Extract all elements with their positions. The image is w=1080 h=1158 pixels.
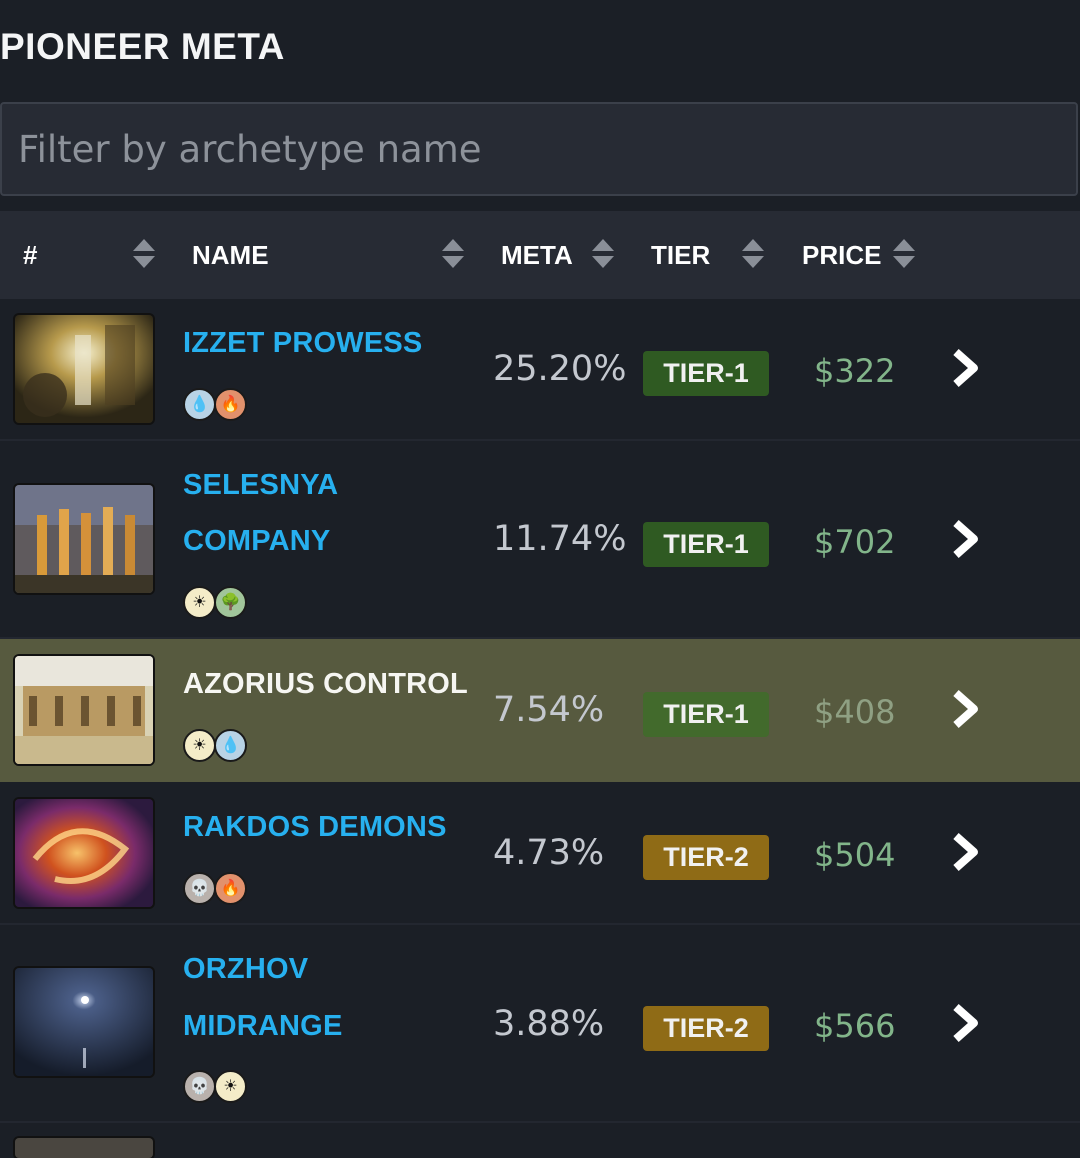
sort-name-icon[interactable] [442,239,464,271]
sort-meta-icon[interactable] [592,239,614,271]
sun-icon: ☀ [183,729,216,762]
mana-colors: 💀 🔥 [183,872,247,905]
tier-badge: TIER-1 [643,351,769,396]
sun-icon: ☀ [183,586,216,619]
sort-rank-icon[interactable] [133,239,155,271]
skull-icon: 💀 [183,872,216,905]
deck-price: $566 [814,1007,896,1045]
table-row[interactable]: IZZET PROWESS 💧 🔥 25.20% TIER-1 $322 [0,299,1080,441]
table-row[interactable]: ORZHOV MIDRANGE 💀 ☀ 3.88% TIER-2 $566 [0,925,1080,1123]
mana-colors: ☀ 💧 [183,729,247,762]
chevron-right-icon[interactable] [948,1003,984,1043]
deck-art-image [15,485,153,593]
deck-name-link-line2[interactable]: COMPANY [183,513,330,569]
page-title: PIONEER META [0,26,285,67]
fire-icon: 🔥 [214,872,247,905]
chevron-right-icon[interactable] [948,348,984,388]
header-rank[interactable]: # [23,211,37,299]
deck-name-link[interactable]: ORZHOV [183,941,308,997]
sun-icon: ☀ [214,1070,247,1103]
meta-share: 3.88% [493,1004,605,1044]
tier-badge: TIER-2 [643,835,769,880]
meta-share: 7.54% [493,690,605,730]
chevron-right-icon[interactable] [948,832,984,872]
meta-share: 25.20% [493,349,627,389]
sort-tier-icon[interactable] [742,239,764,271]
mana-colors: 💧 🔥 [183,388,247,421]
mana-colors: 💀 ☀ [183,1070,247,1103]
deck-name-link[interactable]: AZORIUS CONTROL [183,656,468,712]
deck-art-image [15,1138,153,1158]
deck-price: $504 [814,836,896,874]
fire-icon: 🔥 [214,388,247,421]
deck-price: $408 [814,693,896,731]
meta-share: 11.74% [493,519,627,559]
water-drop-icon: 💧 [183,388,216,421]
deck-art-image [15,799,153,907]
chevron-right-icon[interactable] [948,689,984,729]
deck-art-image [15,968,153,1076]
chevron-right-icon[interactable] [948,519,984,559]
deck-name-link[interactable]: RAKDOS DEMONS [183,799,447,855]
tier-badge: TIER-2 [643,1006,769,1051]
deck-price: $322 [814,352,896,390]
deck-name-link[interactable]: SELESNYA [183,457,338,513]
tier-badge: TIER-1 [643,692,769,737]
sort-price-icon[interactable] [893,239,915,271]
tier-badge: TIER-1 [643,522,769,567]
header-price[interactable]: PRICE [802,211,881,299]
deck-name-link-line2[interactable]: MIDRANGE [183,998,343,1054]
table-row[interactable]: SELESNYA COMPANY ☀ 🌳 11.74% TIER-1 $702 [0,441,1080,639]
table-row[interactable]: RAKDOS DEMONS 💀 🔥 4.73% TIER-2 $504 [0,782,1080,925]
mana-colors: ☀ 🌳 [183,586,247,619]
table-row-partial[interactable] [0,1123,1080,1158]
deck-price: $702 [814,523,896,561]
tree-icon: 🌳 [214,586,247,619]
water-drop-icon: 💧 [214,729,247,762]
header-name[interactable]: NAME [192,211,269,299]
header-meta[interactable]: META [501,211,573,299]
archetype-filter-input[interactable] [0,102,1078,196]
deck-art-image [15,656,153,764]
header-tier[interactable]: TIER [651,211,710,299]
table-row-selected[interactable]: AZORIUS CONTROL ☀ 💧 7.54% TIER-1 $408 [0,639,1080,782]
deck-art-image [15,315,153,423]
meta-share: 4.73% [493,833,605,873]
deck-name-link[interactable]: IZZET PROWESS [183,315,422,371]
skull-icon: 💀 [183,1070,216,1103]
table-header: # NAME META TIER PRICE [0,211,1080,299]
